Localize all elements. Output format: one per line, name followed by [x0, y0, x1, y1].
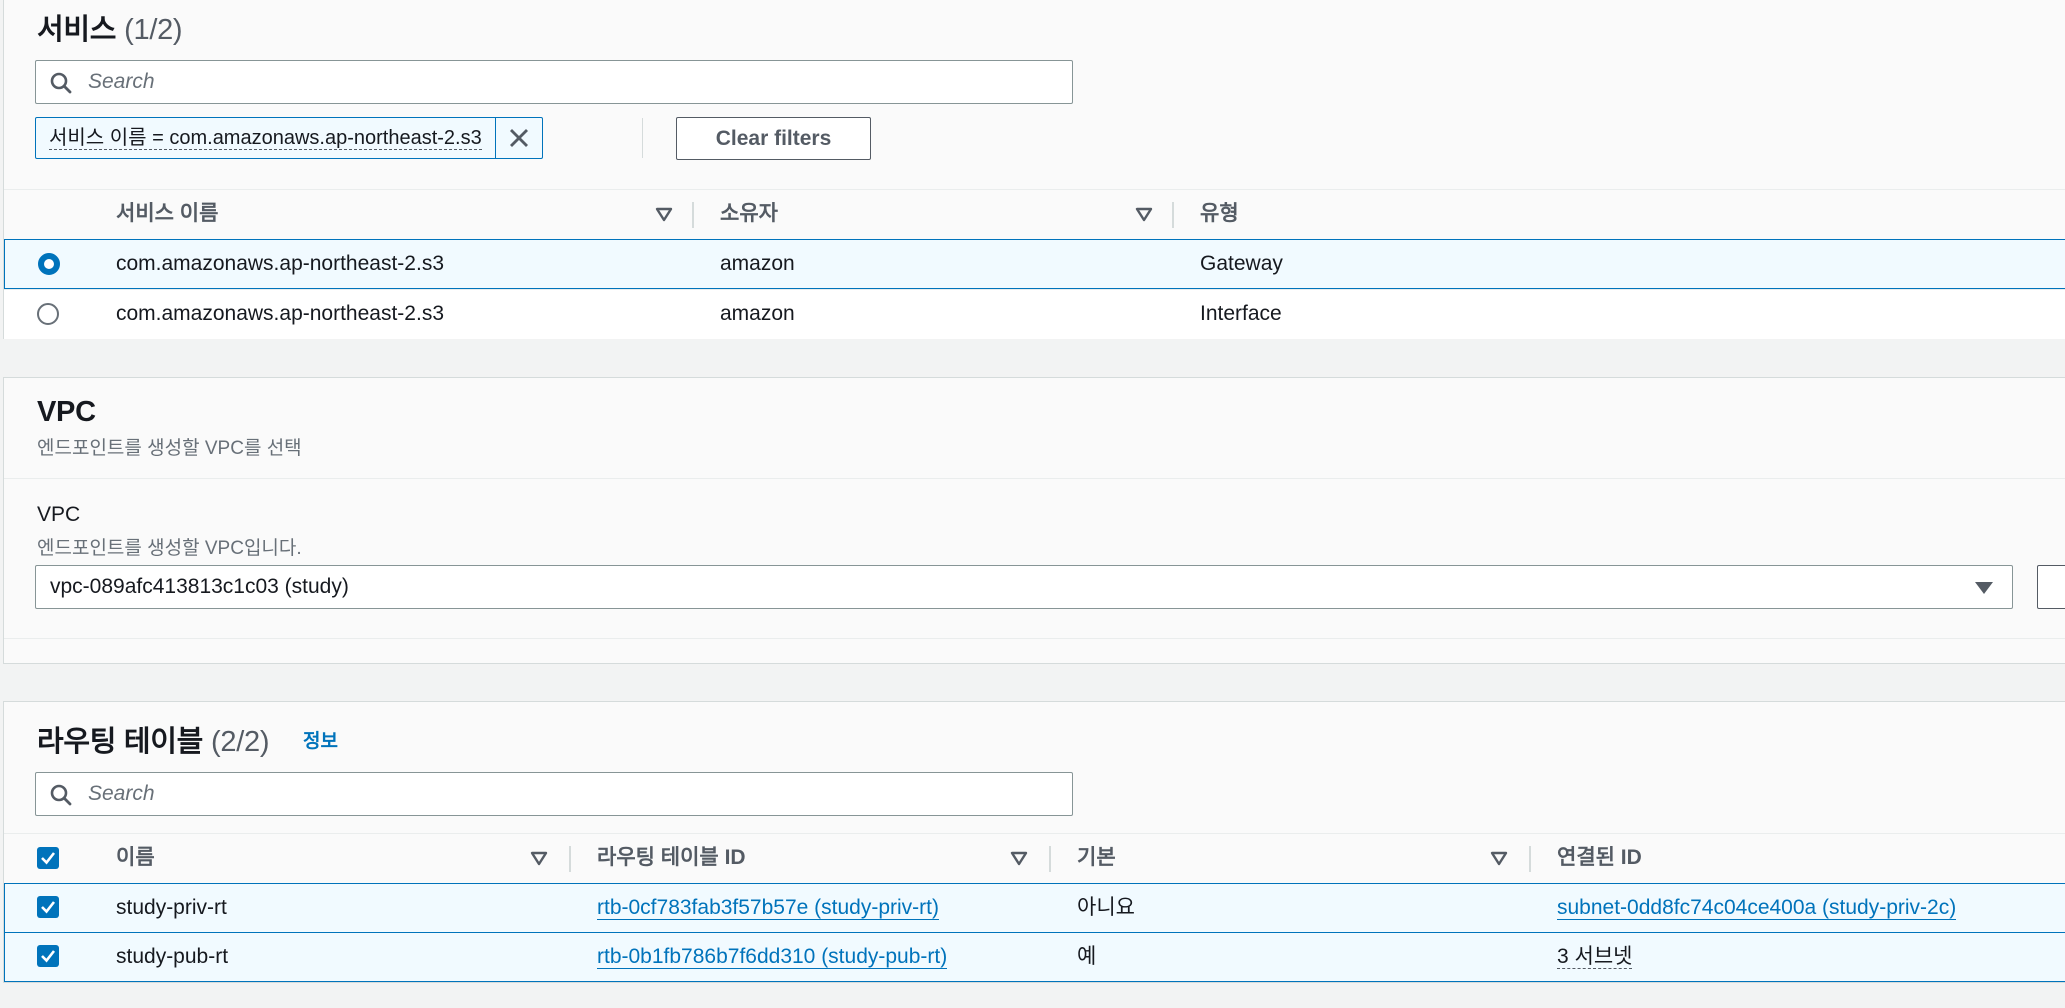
services-count: (1/2): [124, 14, 183, 46]
table-row[interactable]: study-priv-rt rtb-0cf783fab3f57b57e (stu…: [4, 883, 2065, 933]
route-table-id-text: rtb-0b1fb786b7f6dd310 (study-pub-rt): [597, 945, 948, 969]
col-associated-id[interactable]: 연결된 ID: [1557, 834, 1642, 884]
sort-icon[interactable]: [530, 849, 548, 867]
check-icon: [41, 852, 56, 865]
type-cell: Interface: [1200, 302, 1282, 325]
col-owner[interactable]: 소유자: [720, 190, 778, 240]
services-panel: 서비스(1/2) 서비스 이름 = com.amazonaws.ap-north…: [3, 0, 2065, 339]
service-name-cell: com.amazonaws.ap-northeast-2.s3: [116, 252, 444, 275]
services-search-input[interactable]: [88, 61, 1048, 103]
route-tables-search[interactable]: [35, 772, 1073, 816]
search-icon: [50, 72, 72, 94]
col-service-name[interactable]: 서비스 이름: [116, 190, 218, 240]
col-route-table-id[interactable]: 라우팅 테이블 ID: [597, 834, 746, 884]
vpc-field-label: VPC: [37, 503, 81, 526]
vpc-select-value: vpc-089afc413813c1c03 (study): [50, 575, 349, 598]
filter-token-label[interactable]: 서비스 이름 = com.amazonaws.ap-northeast-2.s3: [36, 118, 496, 158]
check-icon: [41, 901, 56, 914]
divider: [4, 478, 2065, 479]
refresh-button[interactable]: [2037, 565, 2065, 609]
default-cell: 아니요: [1077, 896, 1135, 919]
vpc-select[interactable]: vpc-089afc413813c1c03 (study): [35, 565, 2013, 609]
route-tables-title: 라우팅 테이블: [37, 726, 204, 758]
owner-cell: amazon: [720, 252, 795, 275]
vpc-description: 엔드포인트를 생성할 VPC를 선택: [37, 438, 302, 459]
close-icon: [509, 129, 528, 147]
remove-filter-button[interactable]: [496, 118, 542, 158]
vpc-field-description: 엔드포인트를 생성할 VPC입니다.: [37, 538, 302, 559]
name-cell: study-pub-rt: [116, 945, 229, 968]
service-name-cell: com.amazonaws.ap-northeast-2.s3: [116, 302, 444, 325]
col-default[interactable]: 기본: [1077, 834, 1116, 884]
filter-token-text: 서비스 이름 = com.amazonaws.ap-northeast-2.s3: [49, 127, 482, 150]
row-radio[interactable]: [37, 303, 59, 325]
row-checkbox[interactable]: [37, 945, 59, 967]
associated-id-text: subnet-0dd8fc74c04ce400a (study-priv-2c): [1557, 896, 1957, 920]
associated-id-link[interactable]: subnet-0dd8fc74c04ce400a (study-priv-2c): [1557, 884, 1957, 932]
services-title: 서비스: [37, 14, 117, 46]
route-tables-count: (2/2): [211, 726, 270, 758]
table-row[interactable]: com.amazonaws.ap-northeast-2.s3 amazon I…: [4, 289, 2065, 339]
divider: [4, 638, 2065, 639]
route-table-id-text: rtb-0cf783fab3f57b57e (study-priv-rt): [597, 896, 939, 920]
token-divider: [642, 118, 643, 158]
sort-icon[interactable]: [655, 205, 673, 223]
sort-icon[interactable]: [1135, 205, 1153, 223]
name-cell: study-priv-rt: [116, 896, 227, 919]
type-cell: Gateway: [1200, 252, 1283, 275]
search-icon: [50, 784, 72, 806]
table-row[interactable]: study-pub-rt rtb-0b1fb786b7f6dd310 (stud…: [4, 932, 2065, 982]
sort-icon[interactable]: [1010, 849, 1028, 867]
info-link[interactable]: 정보: [303, 726, 338, 753]
sort-icon[interactable]: [1490, 849, 1508, 867]
route-tables-search-input[interactable]: [88, 773, 1048, 815]
column-divider[interactable]: [1172, 202, 1174, 228]
route-tables-header: 이름 라우팅 테이블 ID 기본 연결된 ID: [4, 833, 2065, 883]
route-table-id-link[interactable]: rtb-0b1fb786b7f6dd310 (study-pub-rt): [597, 933, 948, 981]
filter-token: 서비스 이름 = com.amazonaws.ap-northeast-2.s3: [35, 117, 543, 159]
services-search[interactable]: [35, 60, 1073, 104]
select-all-checkbox[interactable]: [37, 847, 59, 869]
route-table-id-link[interactable]: rtb-0cf783fab3f57b57e (study-priv-rt): [597, 884, 939, 932]
row-radio-selected[interactable]: [38, 253, 60, 275]
owner-cell: amazon: [720, 302, 795, 325]
column-divider[interactable]: [1529, 846, 1531, 872]
vpc-panel: VPC 엔드포인트를 생성할 VPC를 선택 VPC 엔드포인트를 생성할 VP…: [3, 377, 2065, 664]
associated-subnets-popover[interactable]: 3 서브넷: [1557, 933, 1633, 981]
column-divider[interactable]: [692, 202, 694, 228]
row-checkbox[interactable]: [37, 896, 59, 918]
default-cell: 예: [1077, 945, 1097, 968]
route-tables-panel: 라우팅 테이블(2/2) 정보 이름 라우팅 테이블 ID 기본 연결된 ID …: [3, 701, 2065, 983]
services-table-header: 서비스 이름 소유자 유형: [4, 189, 2065, 239]
route-tables-heading: 라우팅 테이블 (2/2): [37, 718, 269, 760]
check-icon: [41, 950, 56, 963]
table-row[interactable]: com.amazonaws.ap-northeast-2.s3 amazon G…: [4, 239, 2065, 289]
column-divider[interactable]: [569, 846, 571, 872]
clear-filters-button[interactable]: Clear filters: [676, 117, 871, 160]
caret-down-icon: [1975, 582, 1993, 594]
column-divider[interactable]: [1049, 846, 1051, 872]
vpc-heading: VPC: [37, 396, 96, 428]
col-name[interactable]: 이름: [116, 834, 155, 884]
associated-subnets-text: 3 서브넷: [1557, 945, 1633, 969]
col-type[interactable]: 유형: [1200, 190, 1239, 240]
services-heading: 서비스 (1/2): [37, 6, 183, 48]
